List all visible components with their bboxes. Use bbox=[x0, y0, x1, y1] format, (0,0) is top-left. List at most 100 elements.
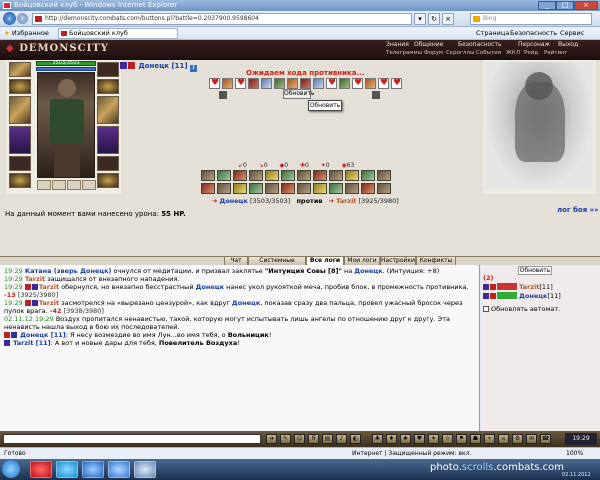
inventory-item[interactable] bbox=[361, 170, 375, 181]
subnav-rating[interactable]: Рейтинг bbox=[544, 50, 568, 56]
start-button[interactable] bbox=[2, 460, 20, 478]
scroll-slot-1[interactable] bbox=[37, 180, 51, 190]
quick-icon[interactable]: ♣ bbox=[372, 434, 383, 444]
update-button[interactable]: Обновить bbox=[518, 266, 552, 275]
armor-slot[interactable] bbox=[9, 126, 31, 154]
page-menu[interactable]: Страница bbox=[476, 29, 509, 37]
gloves-slot[interactable] bbox=[9, 173, 31, 188]
subnav-zhkl[interactable]: ЖКЛ bbox=[506, 50, 520, 56]
quick-icon[interactable]: ☗ bbox=[470, 434, 481, 444]
inventory-item[interactable] bbox=[329, 183, 343, 194]
nav-security[interactable]: Безопасность bbox=[458, 41, 502, 48]
heal-icon[interactable] bbox=[235, 78, 246, 89]
inventory-item[interactable] bbox=[345, 170, 359, 181]
versus-player[interactable]: Донецк bbox=[220, 197, 248, 205]
search-input[interactable]: Bing bbox=[470, 13, 592, 25]
scroll-slot-3[interactable] bbox=[67, 180, 81, 190]
quick-icon[interactable]: ✧ bbox=[484, 434, 495, 444]
ability-icon[interactable] bbox=[222, 78, 233, 89]
online-row[interactable]: Донецк[11] bbox=[483, 292, 561, 300]
quick-icon[interactable]: ♦ bbox=[386, 434, 397, 444]
nav-knowledge[interactable]: Знания bbox=[386, 41, 409, 48]
ability-icon[interactable] bbox=[313, 78, 324, 89]
stop-icon[interactable]: × bbox=[442, 13, 454, 25]
tools-menu[interactable]: Сервис bbox=[560, 29, 584, 37]
inventory-item[interactable] bbox=[281, 170, 295, 181]
amulet-slot[interactable] bbox=[9, 79, 31, 94]
chat-input[interactable] bbox=[3, 434, 261, 444]
inventory-item[interactable] bbox=[249, 170, 263, 181]
boots-slot[interactable] bbox=[97, 156, 119, 171]
leggings-slot[interactable] bbox=[97, 126, 119, 154]
ie-window-icon[interactable] bbox=[108, 461, 130, 478]
sound-icon[interactable]: ♪ bbox=[336, 434, 347, 444]
back-icon[interactable]: ‹ bbox=[3, 12, 16, 25]
safety-menu[interactable]: Безопасность bbox=[510, 29, 557, 37]
inventory-item[interactable] bbox=[345, 183, 359, 194]
inventory-item[interactable] bbox=[297, 183, 311, 194]
channel-icon[interactable]: ◐ bbox=[350, 434, 361, 444]
smile-icon[interactable]: ☺ bbox=[294, 434, 305, 444]
compat-icon[interactable]: ▾ bbox=[414, 13, 426, 25]
inventory-item[interactable] bbox=[265, 170, 279, 181]
offhand-slot[interactable] bbox=[97, 96, 119, 124]
refresh-button[interactable]: Обновить bbox=[283, 89, 314, 99]
quick-icon[interactable]: ♠ bbox=[400, 434, 411, 444]
inventory-item[interactable] bbox=[297, 170, 311, 181]
nav-chat[interactable]: Общение bbox=[414, 41, 443, 48]
quick-icon[interactable]: ⚔ bbox=[498, 434, 509, 444]
inventory-item[interactable] bbox=[329, 170, 343, 181]
quick-icon[interactable]: ⚙ bbox=[512, 434, 523, 444]
opera-icon[interactable] bbox=[30, 461, 52, 478]
inventory-item[interactable] bbox=[265, 183, 279, 194]
inventory-item[interactable] bbox=[233, 183, 247, 194]
player-avatar[interactable] bbox=[37, 72, 95, 178]
heal-icon[interactable] bbox=[326, 78, 337, 89]
heal-icon[interactable] bbox=[352, 78, 363, 89]
security-zone[interactable]: Интернет | Защищенный режим: вкл. bbox=[352, 450, 471, 457]
quick-icon[interactable]: ♥ bbox=[414, 434, 425, 444]
subnav-raid[interactable]: Рейд bbox=[524, 50, 538, 56]
ring-slot[interactable] bbox=[97, 79, 119, 94]
ability-icon[interactable] bbox=[248, 78, 259, 89]
helmet-slot[interactable] bbox=[9, 62, 31, 77]
subnav-forum[interactable]: Форум bbox=[424, 50, 443, 56]
inventory-item[interactable] bbox=[217, 170, 231, 181]
filter-icon[interactable]: ▤ bbox=[322, 434, 333, 444]
minimize-button[interactable]: _ bbox=[538, 1, 556, 10]
opponent-image[interactable] bbox=[485, 62, 593, 190]
versus-opponent[interactable]: Tarzit bbox=[336, 197, 356, 205]
inventory-item[interactable] bbox=[201, 183, 215, 194]
scroll-slot-2[interactable] bbox=[52, 180, 66, 190]
skype-icon[interactable] bbox=[56, 461, 78, 478]
auto-update-checkbox[interactable]: Обновлять автомат. bbox=[483, 305, 560, 313]
ability-icon[interactable] bbox=[339, 78, 350, 89]
checkbox-icon[interactable] bbox=[483, 306, 489, 312]
earrings-slot[interactable] bbox=[97, 62, 119, 77]
inventory-item[interactable] bbox=[313, 170, 327, 181]
browser-tab[interactable]: Бойцовский клуб bbox=[58, 28, 178, 39]
ability-icon[interactable] bbox=[365, 78, 376, 89]
belt-slot[interactable] bbox=[9, 156, 31, 171]
translit-icon[interactable]: Я bbox=[308, 434, 319, 444]
maximize-button[interactable]: □ bbox=[556, 1, 574, 10]
favorites-button[interactable]: ★ Избранное bbox=[4, 29, 49, 37]
info-icon[interactable]: i bbox=[190, 65, 198, 72]
clear-icon[interactable]: ✎ bbox=[280, 434, 291, 444]
zoom-level[interactable]: 100% bbox=[566, 450, 583, 457]
ie-icon[interactable] bbox=[82, 461, 104, 478]
weapon-slot[interactable] bbox=[9, 96, 31, 124]
subnav-scrolls[interactable]: Скрогллы bbox=[446, 50, 474, 56]
subnav-telegrams[interactable]: Телеграммы bbox=[386, 50, 422, 56]
quick-icon[interactable]: ⚑ bbox=[456, 434, 467, 444]
ability-icon[interactable] bbox=[300, 78, 311, 89]
inventory-item[interactable] bbox=[281, 183, 295, 194]
url-field[interactable]: http://demonscity.combats.com/buttons.pl… bbox=[32, 13, 412, 25]
inventory-item[interactable] bbox=[377, 183, 391, 194]
inventory-item[interactable] bbox=[313, 183, 327, 194]
heal-icon[interactable] bbox=[209, 78, 220, 89]
explorer-icon[interactable] bbox=[134, 461, 156, 478]
inventory-item[interactable] bbox=[217, 183, 231, 194]
inventory-item[interactable] bbox=[233, 170, 247, 181]
heal-icon[interactable] bbox=[391, 78, 402, 89]
